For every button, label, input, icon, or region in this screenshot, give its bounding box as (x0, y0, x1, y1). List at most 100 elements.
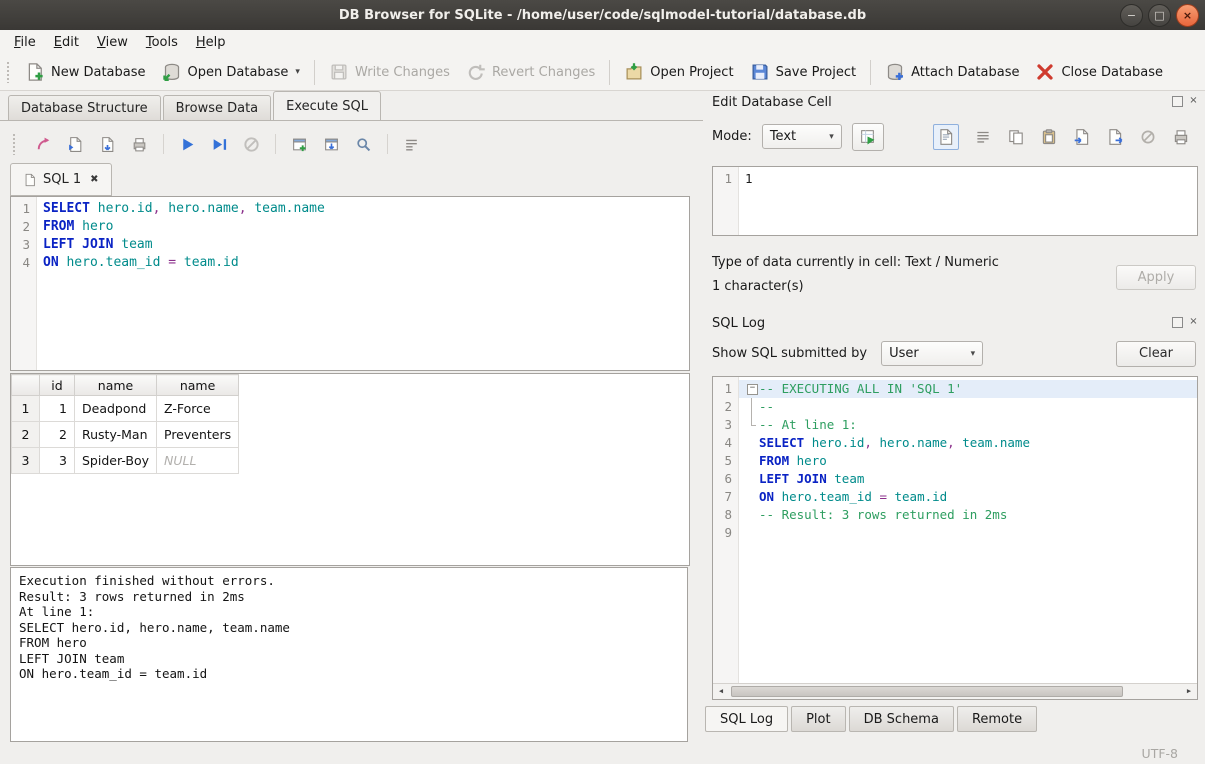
find-replace-button[interactable] (352, 133, 375, 156)
text-view-button[interactable] (933, 124, 959, 150)
minimize-button[interactable]: − (1120, 4, 1143, 27)
close-panel-icon[interactable]: × (1188, 96, 1199, 107)
table-cell[interactable]: Deadpond (75, 396, 157, 422)
copy-data-icon (1007, 128, 1025, 146)
mode-row: Mode: Text ▾ (712, 123, 884, 150)
edit-cell-dock-controls: × (1172, 96, 1199, 107)
execute-all-button[interactable] (176, 133, 199, 156)
copy-data-button[interactable] (1007, 128, 1025, 146)
menu-item-edit[interactable]: Edit (45, 32, 88, 53)
open-sql-file-button[interactable] (64, 133, 87, 156)
import-data-button[interactable] (1073, 128, 1091, 146)
cell-editor[interactable]: 1 1 (712, 166, 1198, 236)
tab-remote[interactable]: Remote (957, 706, 1037, 732)
clear-button[interactable]: Clear (1116, 341, 1196, 367)
tab-sql-1[interactable]: SQL 1✖ (10, 163, 112, 196)
execute-current-line-button[interactable] (208, 133, 231, 156)
table-cell[interactable]: Rusty-Man (75, 422, 157, 448)
export-csv-button[interactable] (320, 133, 343, 156)
cell-editor-toolbar (933, 123, 1190, 150)
set-null-icon (1139, 128, 1157, 146)
word-wrap-button[interactable] (400, 133, 423, 156)
toolbar-handle[interactable] (6, 61, 11, 83)
menu-item-tools[interactable]: Tools (137, 32, 187, 53)
code-line: SELECT hero.id, hero.name, team.name (739, 434, 1197, 452)
scroll-right-arrow[interactable]: ▶ (1181, 684, 1197, 699)
toolbar-handle[interactable] (12, 133, 17, 155)
table-cell[interactable]: Preventers (157, 422, 239, 448)
menu-item-view[interactable]: View (88, 32, 137, 53)
window-title: DB Browser for SQLite - /home/user/code/… (339, 8, 866, 23)
table-cell[interactable]: 3 (40, 448, 75, 474)
open-project-button[interactable]: Open Project (616, 58, 741, 86)
float-panel-icon[interactable] (1172, 96, 1183, 107)
mode-select[interactable]: Text ▾ (762, 124, 842, 149)
attach-database-button[interactable]: Attach Database (877, 58, 1027, 86)
scrollbar-track[interactable] (729, 684, 1181, 699)
table-cell[interactable]: Z-Force (157, 396, 239, 422)
row-number[interactable]: 2 (12, 422, 40, 448)
mode-value: Text (770, 129, 796, 144)
paste-data-button[interactable] (1040, 128, 1058, 146)
new-database-button[interactable]: New Database (17, 58, 154, 86)
editor-content: SELECT hero.id, hero.name, team.nameFROM… (37, 197, 689, 370)
grid-corner[interactable] (12, 375, 40, 396)
table-cell[interactable]: NULL (157, 448, 239, 474)
column-header[interactable]: id (40, 375, 75, 396)
table-cell[interactable]: 2 (40, 422, 75, 448)
dropdown-arrow[interactable]: ▾ (295, 67, 300, 77)
line-number: 3 (15, 236, 30, 254)
tab-label: DB Schema (864, 712, 939, 727)
table-cell[interactable]: Spider-Boy (75, 448, 157, 474)
sql-filter-select[interactable]: User ▾ (881, 341, 983, 366)
row-number[interactable]: 3 (12, 448, 40, 474)
text-view-icon (937, 128, 955, 146)
export-data-button[interactable] (1106, 128, 1124, 146)
tab-plot[interactable]: Plot (791, 706, 846, 732)
button-label: Save Project (776, 65, 857, 80)
row-number[interactable]: 1 (12, 396, 40, 422)
close-panel-icon[interactable]: × (1188, 317, 1199, 328)
print-button[interactable] (128, 133, 151, 156)
set-null-button[interactable] (1139, 128, 1157, 146)
fold-marker-icon[interactable]: − (745, 380, 759, 398)
menu-item-file[interactable]: File (5, 32, 45, 53)
tab-database-structure[interactable]: Database Structure (8, 95, 161, 121)
close-database-button[interactable]: Close Database (1027, 58, 1171, 86)
execution-message-log[interactable]: Execution finished without errors. Resul… (10, 567, 688, 742)
menu-item-help[interactable]: Help (187, 32, 235, 53)
print-cell-button[interactable] (1172, 128, 1190, 146)
save-project-button[interactable]: Save Project (742, 58, 865, 86)
print-icon (131, 136, 148, 153)
tab-execute-sql[interactable]: Execute SQL (273, 91, 381, 121)
scroll-left-arrow[interactable]: ◀ (713, 684, 729, 699)
tab-db-schema[interactable]: DB Schema (849, 706, 954, 732)
sql-log-view[interactable]: 123456789 −-- EXECUTING ALL IN 'SQL 1'--… (712, 376, 1198, 700)
maximize-button[interactable]: □ (1148, 4, 1171, 27)
open-database-button[interactable]: Open Database▾ (154, 58, 308, 86)
column-header[interactable]: name (157, 375, 239, 396)
sql-editor[interactable]: 1234 SELECT hero.id, hero.name, team.nam… (10, 196, 690, 371)
save-results-view-button[interactable] (288, 133, 311, 156)
scrollbar-thumb[interactable] (731, 686, 1123, 697)
tab-sql-log[interactable]: SQL Log (705, 706, 788, 732)
close-button[interactable]: × (1176, 4, 1199, 27)
column-header[interactable]: name (75, 375, 157, 396)
tab-browse-data[interactable]: Browse Data (163, 95, 272, 121)
table-cell[interactable]: 1 (40, 396, 75, 422)
save-sql-file-button[interactable] (96, 133, 119, 156)
import-file-icon (859, 128, 876, 145)
paste-data-icon (1040, 128, 1058, 146)
format-sql-button[interactable] (32, 133, 55, 156)
auto-format-button[interactable] (974, 128, 992, 146)
fold-gutter (745, 470, 759, 488)
close-tab-icon[interactable]: ✖ (90, 174, 98, 185)
import-file-button[interactable] (852, 123, 884, 151)
line-number: 8 (717, 506, 732, 524)
toolbar-separator (387, 134, 388, 154)
revert-changes-button: Revert Changes (458, 58, 603, 86)
sql-log-title: SQL Log (712, 316, 765, 331)
line-number: 1 (717, 380, 732, 398)
float-panel-icon[interactable] (1172, 317, 1183, 328)
print-cell-icon (1172, 128, 1190, 146)
